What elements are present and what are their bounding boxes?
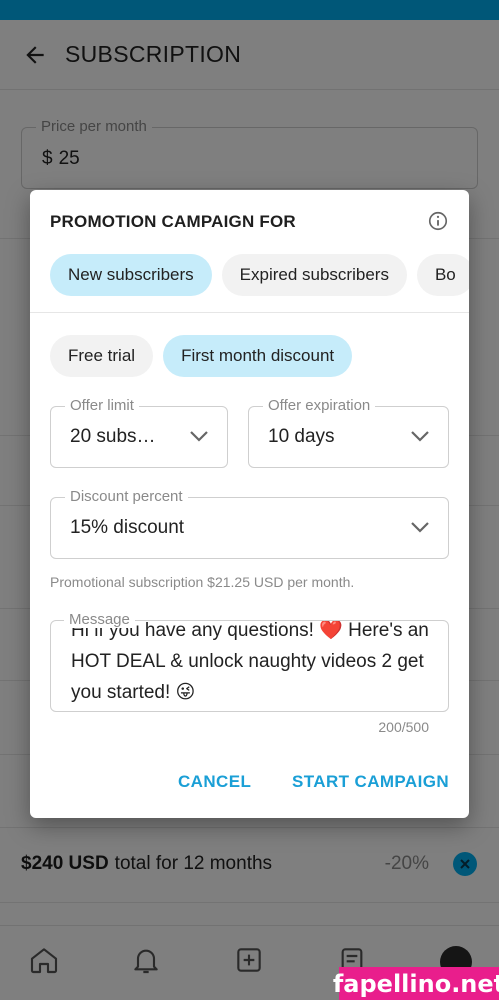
chip-free-trial[interactable]: Free trial <box>50 335 154 377</box>
chevron-down-icon <box>411 522 429 533</box>
offer-limit-select[interactable]: Offer limit 20 subs… <box>50 397 228 468</box>
campaign-type-chips: Free trial First month discount <box>50 335 353 377</box>
offer-expiration-value: 10 days <box>268 426 335 447</box>
promotion-campaign-dialog: PROMOTION CAMPAIGN FOR New subscribers E… <box>30 190 469 818</box>
message-label: Message <box>64 611 135 628</box>
message-char-counter: 200/500 <box>378 719 429 735</box>
chevron-down-icon <box>190 431 208 442</box>
chip-expired-subscribers[interactable]: Expired subscribers <box>221 254 407 296</box>
info-icon[interactable] <box>427 210 449 232</box>
offer-limit-label: Offer limit <box>65 397 139 414</box>
dialog-actions: CANCEL START CAMPAIGN <box>30 760 469 804</box>
chip-first-month-discount[interactable]: First month discount <box>163 335 353 377</box>
message-textarea[interactable]: Hi if you have any questions! ❤️ Here's … <box>50 620 449 712</box>
chevron-down-icon <box>411 431 429 442</box>
cancel-button[interactable]: CANCEL <box>178 772 251 792</box>
chip-both[interactable]: Bo <box>416 254 469 296</box>
dialog-title: PROMOTION CAMPAIGN FOR <box>50 212 296 231</box>
dialog-divider <box>30 312 469 313</box>
start-campaign-button[interactable]: START CAMPAIGN <box>292 772 449 792</box>
discount-percent-select[interactable]: Discount percent 15% discount <box>50 488 449 559</box>
message-text: Hi if you have any questions! ❤️ Here's … <box>71 620 429 703</box>
discount-percent-value: 15% discount <box>70 517 185 538</box>
promotional-price-note: Promotional subscription $21.25 USD per … <box>50 574 355 590</box>
watermark: fapellino.net <box>333 967 499 1000</box>
offer-expiration-label: Offer expiration <box>263 397 376 414</box>
audience-chips: New subscribers Expired subscribers Bo <box>50 254 469 296</box>
offer-expiration-select[interactable]: Offer expiration 10 days <box>248 397 449 468</box>
offer-limit-value: 20 subs… <box>70 426 156 447</box>
chip-new-subscribers[interactable]: New subscribers <box>50 254 212 296</box>
discount-percent-label: Discount percent <box>65 488 188 505</box>
